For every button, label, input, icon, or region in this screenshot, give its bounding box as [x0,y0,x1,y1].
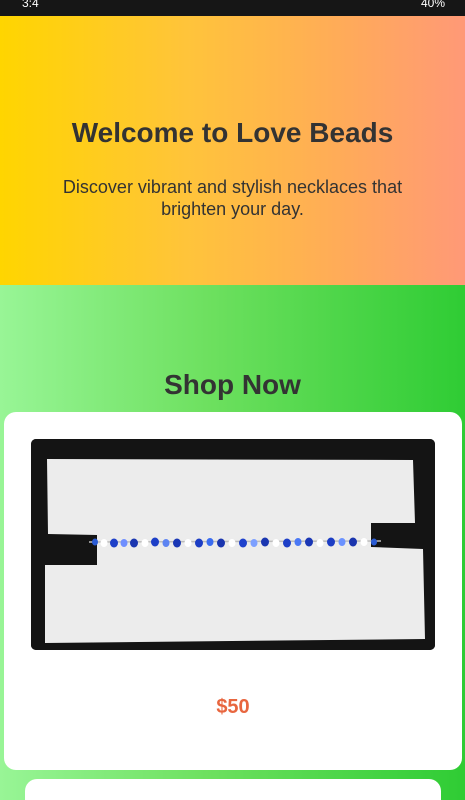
product-card-next[interactable] [25,779,441,800]
status-time: 3:4 [22,0,39,10]
bead-necklace-photo-icon [31,439,435,650]
battery-indicator: 40% [420,0,445,10]
hero-title: Welcome to Love Beads [71,117,394,148]
product-card[interactable]: $50 [4,412,462,770]
shop-title: Shop Now [164,369,301,400]
product-image[interactable] [31,439,435,650]
hero-subtitle: Discover vibrant and stylish necklaces t… [62,177,403,219]
product-price: $50 [216,696,250,718]
hero-section: Welcome to Love Beads Discover vibrant a… [0,16,465,285]
status-bar: 3:4 40% [0,0,465,16]
